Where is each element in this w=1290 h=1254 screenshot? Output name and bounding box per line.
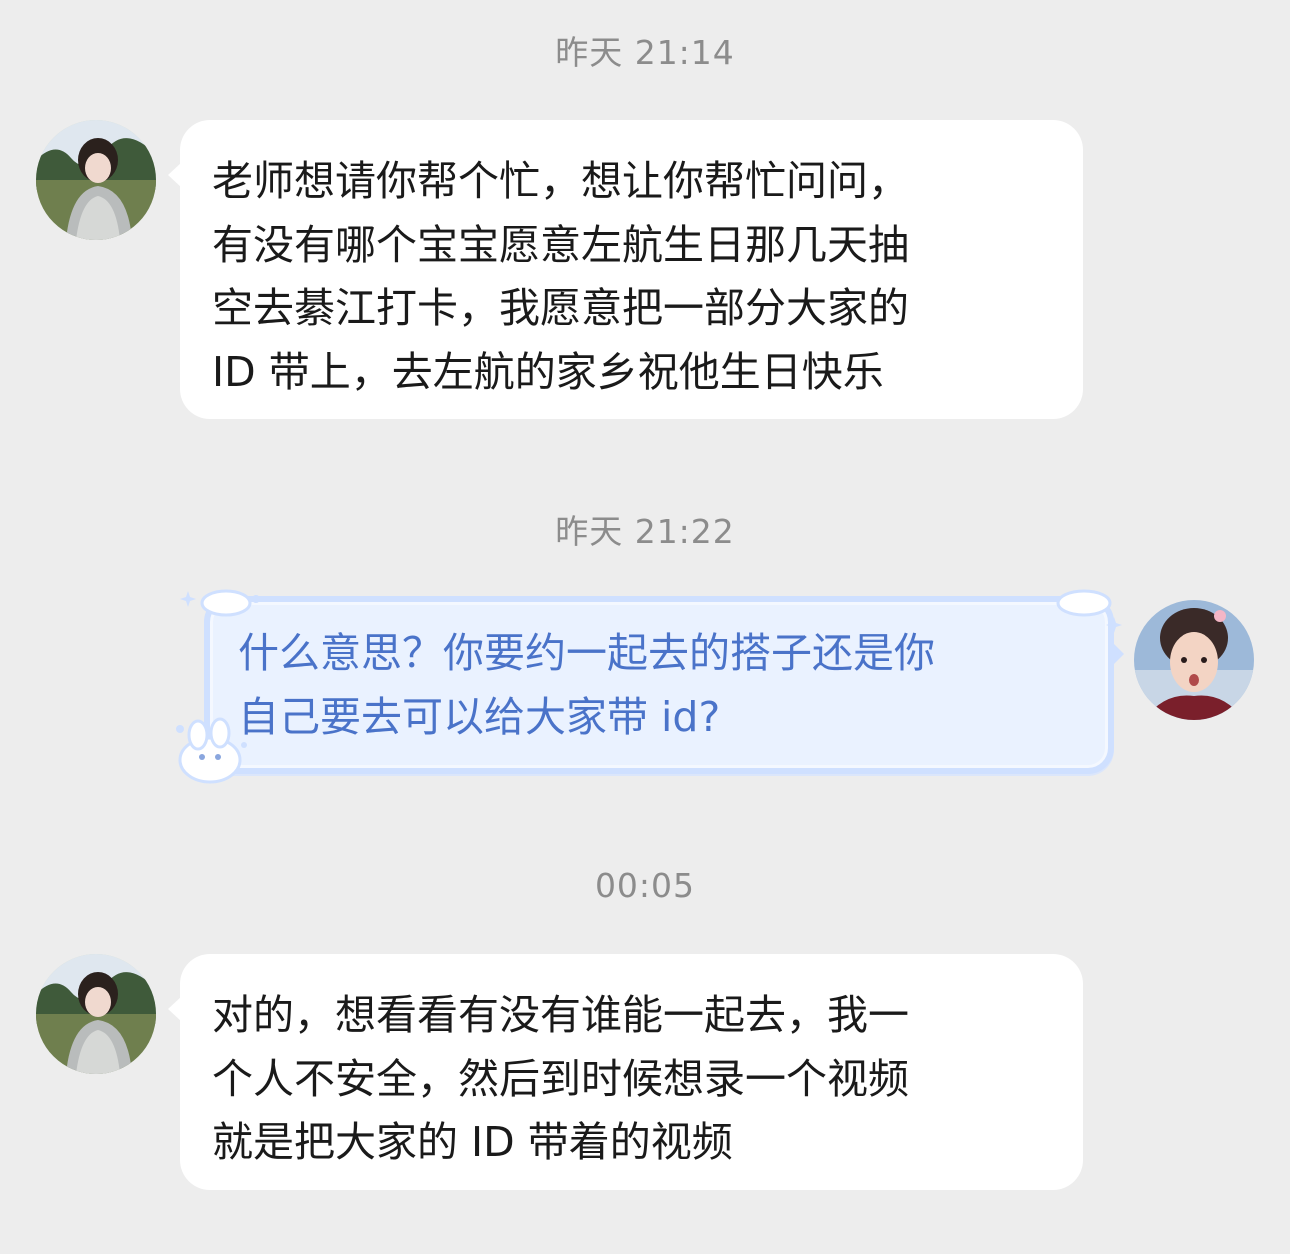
message-timestamp: 昨天 21:22 — [555, 512, 735, 551]
message-timestamp: 00:05 — [594, 866, 696, 905]
message-text-line: 就是把大家的 ID 带着的视频 — [212, 1118, 733, 1166]
incoming-message-bubble[interactable]: 老师想请你帮个忙，想让你帮忙问问， 有没有哪个宝宝愿意左航生日那几天抽 空去綦江… — [168, 120, 1083, 419]
message-text-line: 自己要去可以给大家带 id? — [238, 692, 721, 741]
message-text-line: 个人不安全，然后到时候想录一个视频 — [212, 1054, 909, 1103]
message-text-line: 有没有哪个宝宝愿意左航生日那几天抽 — [212, 220, 909, 269]
message-text-line: 对的，想看看有没有谁能一起去，我一 — [212, 991, 909, 1039]
cloud-decoration-icon — [180, 589, 260, 617]
bubble-tail — [168, 996, 182, 1022]
message-text-line: ID 带上，去左航的家乡祝他生日快乐 — [212, 347, 884, 396]
incoming-message-bubble[interactable]: 对的，想看看有没有谁能一起去，我一 个人不安全，然后到时候想录一个视频 就是把大… — [168, 954, 1083, 1190]
message-text-line: 什么意思？你要约一起去的搭子还是你 — [238, 629, 935, 677]
bunny-sticker-icon — [176, 717, 247, 784]
message-timestamp: 昨天 21:14 — [555, 33, 735, 72]
message-text-line: 空去綦江打卡，我愿意把一部分大家的 — [212, 284, 909, 332]
outgoing-message-bubble[interactable]: 什么意思？你要约一起去的搭子还是你 自己要去可以给大家带 id? — [204, 596, 1124, 774]
cloud-decoration-icon — [1056, 589, 1122, 633]
contact-avatar[interactable] — [36, 954, 156, 1074]
bubble-tail — [168, 162, 182, 188]
contact-avatar[interactable] — [36, 120, 156, 240]
self-avatar[interactable] — [1134, 600, 1254, 720]
bubble-tail — [1112, 642, 1124, 666]
message-text-line: 老师想请你帮个忙，想让你帮忙问问， — [212, 157, 909, 205]
